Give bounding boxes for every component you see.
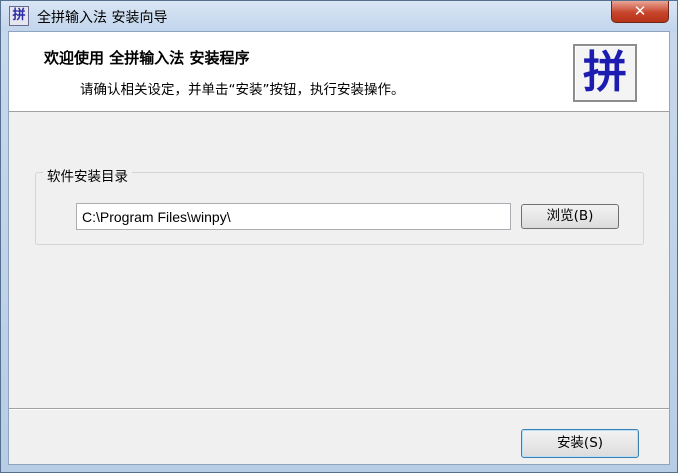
close-button[interactable]: ✕ [611, 1, 669, 23]
install-path-input[interactable] [76, 203, 511, 230]
footer-divider [9, 408, 669, 410]
page-subtitle: 请确认相关设定，并单击“安装”按钮，执行安装操作。 [80, 82, 405, 98]
header-banner: 欢迎使用 全拼输入法 安装程序 请确认相关设定，并单击“安装”按钮，执行安装操作… [9, 32, 669, 112]
title-bar[interactable]: 拼 全拼输入法 安装向导 ✕ [1, 1, 677, 31]
window-title: 全拼输入法 安装向导 [37, 10, 168, 26]
dialog-body: 欢迎使用 全拼输入法 安装程序 请确认相关设定，并单击“安装”按钮，执行安装操作… [8, 31, 670, 465]
close-icon: ✕ [633, 2, 647, 20]
install-dir-label: 软件安装目录 [43, 165, 132, 185]
pinyin-logo-icon: 拼 [573, 44, 637, 102]
browse-button[interactable]: 浏览(B) [521, 204, 619, 229]
installer-window: 拼 全拼输入法 安装向导 ✕ 欢迎使用 全拼输入法 安装程序 请确认相关设定，并… [0, 0, 678, 473]
pinyin-app-icon: 拼 [9, 6, 29, 26]
install-button[interactable]: 安装(S) [521, 429, 639, 458]
page-title: 欢迎使用 全拼输入法 安装程序 [44, 49, 250, 67]
